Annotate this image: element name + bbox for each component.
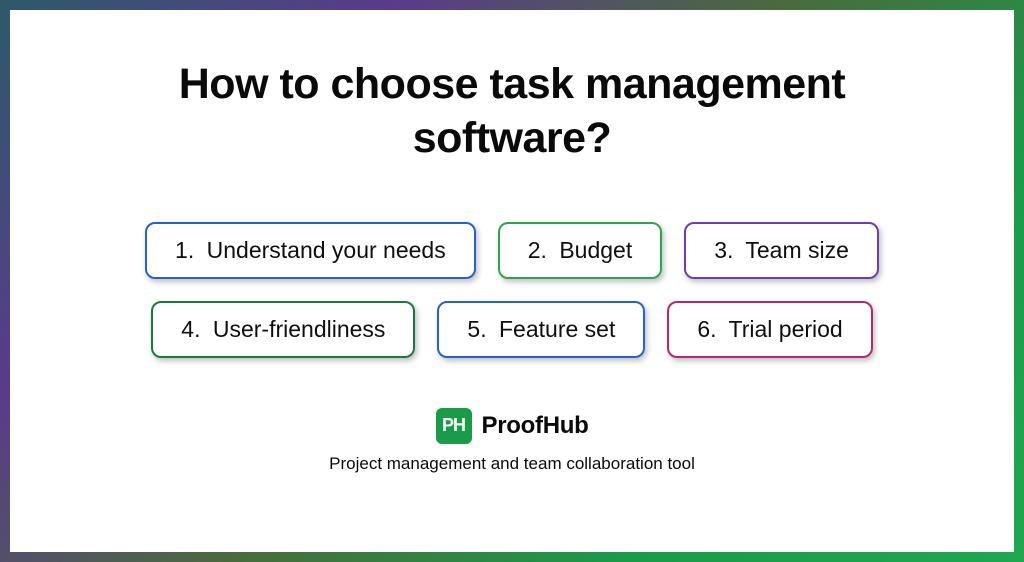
criteria-pill: 6. Trial period [667,301,872,358]
criteria-label: Budget [559,237,632,263]
criteria-number: 2. [528,237,547,263]
brand-logo-icon: PH [436,408,472,444]
criteria-number: 1. [175,237,194,263]
criteria-pill: 1. Understand your needs [145,222,476,279]
criteria-label: Team size [745,237,849,263]
criteria-label: Understand your needs [207,237,446,263]
criteria-pill: 3. Team size [684,222,879,279]
criteria-number: 3. [714,237,733,263]
card: How to choose task management software? … [10,10,1014,552]
criteria-label: User-friendliness [213,316,386,342]
brand-tagline: Project management and team collaboratio… [329,454,695,474]
brand-name: ProofHub [482,412,589,440]
criteria-label: Feature set [499,316,615,342]
criteria-pill: 2. Budget [498,222,662,279]
criteria-label: Trial period [729,316,843,342]
criteria-pill: 5. Feature set [437,301,645,358]
criteria-number: 4. [181,316,200,342]
criteria-number: 5. [467,316,486,342]
criteria-number: 6. [697,316,716,342]
page-title: How to choose task management software? [82,58,942,166]
criteria-list: 1. Understand your needs 2. Budget 3. Team… [82,222,942,358]
brand-block: PH ProofHub [436,408,589,444]
criteria-pill: 4. User-friendliness [151,301,415,358]
